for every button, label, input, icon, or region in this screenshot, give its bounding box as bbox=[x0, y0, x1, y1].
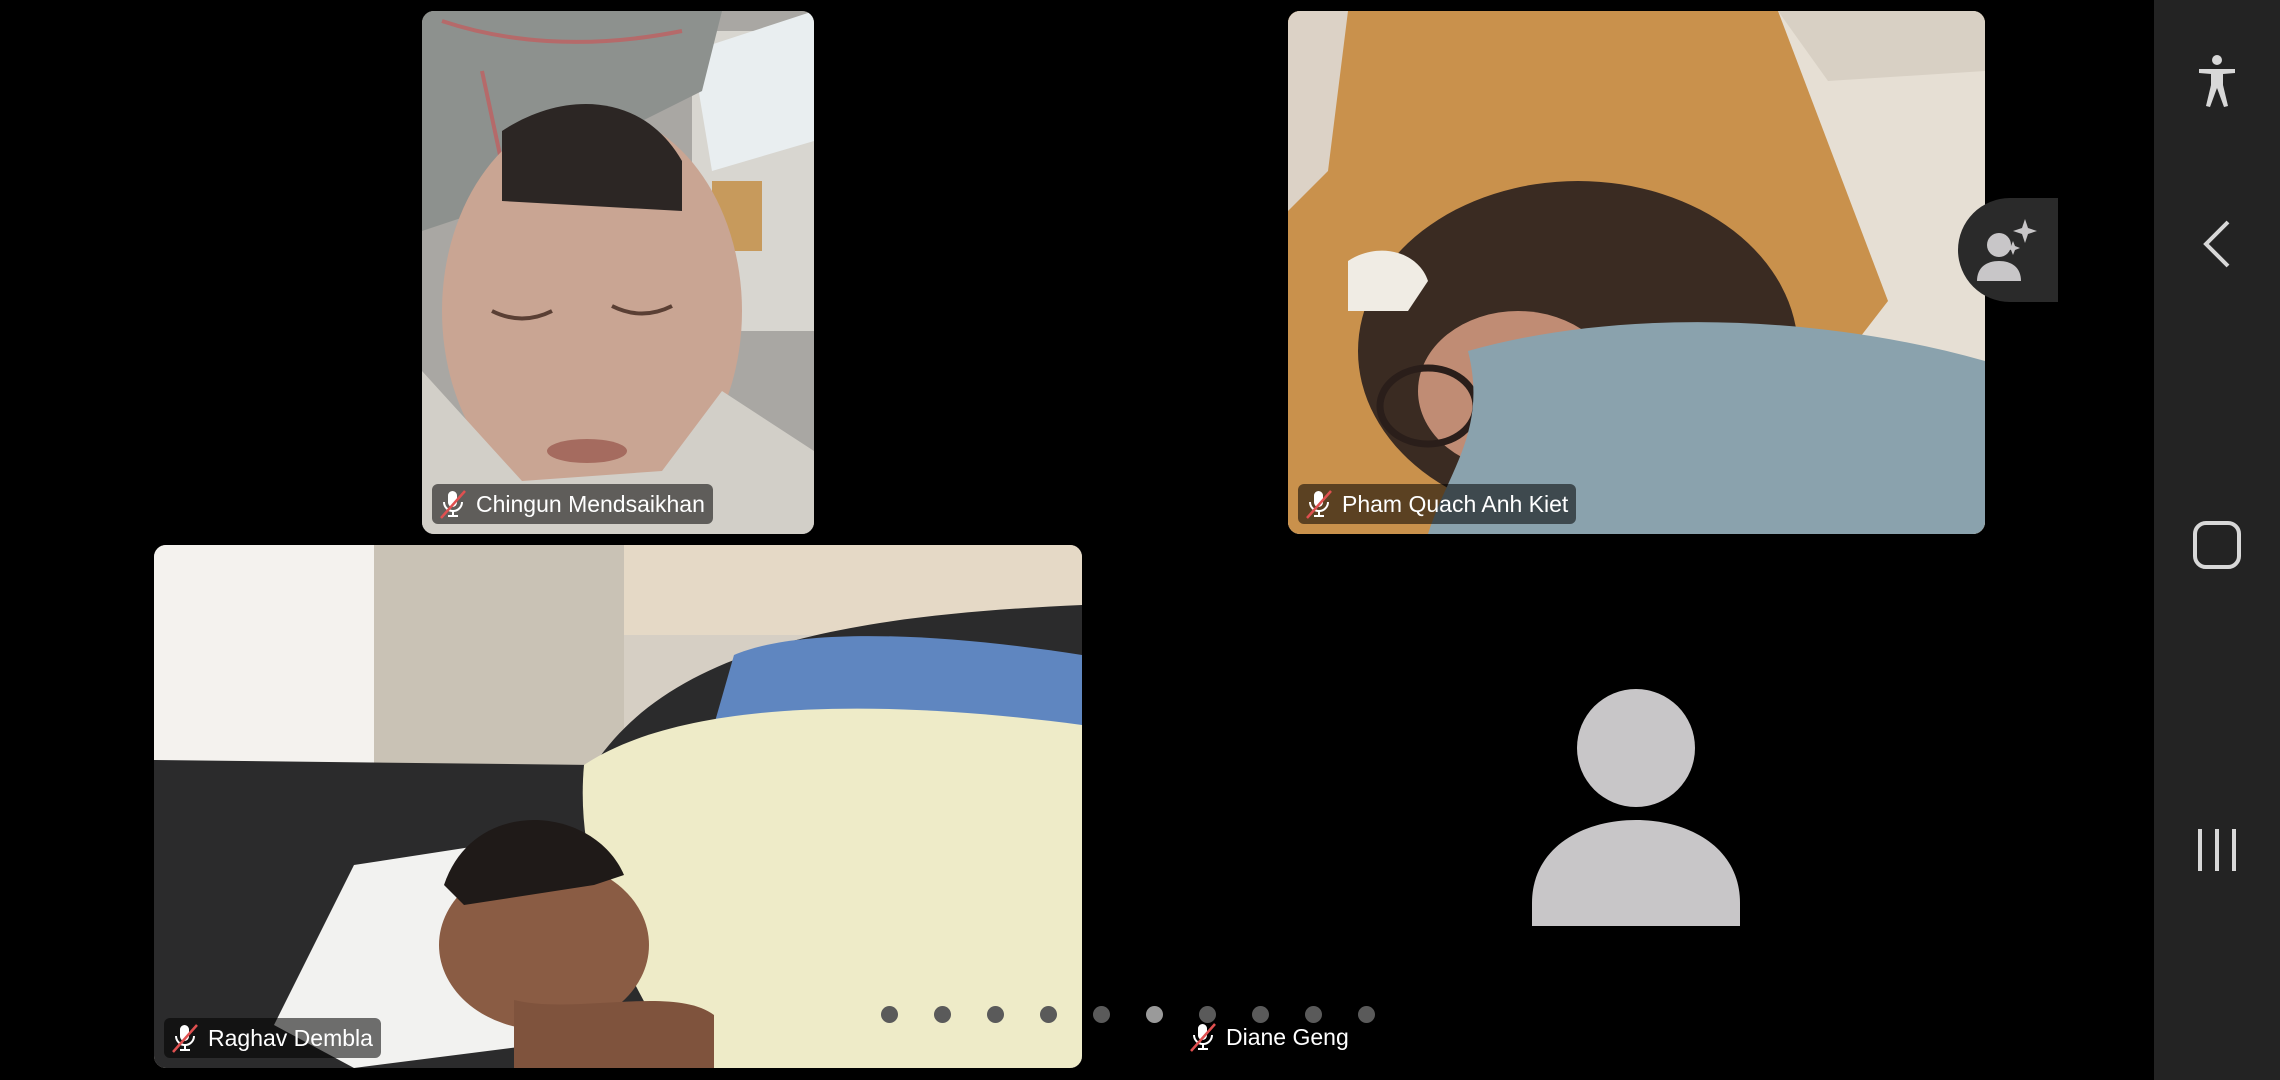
page-dot[interactable] bbox=[934, 1006, 951, 1023]
participant-name-tag-diane: Diane Geng bbox=[1182, 1017, 1357, 1057]
video-tile-chingun[interactable]: Chingun Mendsaikhan bbox=[422, 11, 814, 534]
participant-name: Diane Geng bbox=[1226, 1023, 1349, 1050]
video-tile-raghav[interactable]: Raghav Dembla bbox=[154, 545, 1082, 1068]
page-dot-active[interactable] bbox=[1146, 1006, 1163, 1023]
page-dot[interactable] bbox=[1093, 1006, 1110, 1023]
participant-name: Chingun Mendsaikhan bbox=[476, 490, 705, 517]
video-tile-diane[interactable] bbox=[1290, 545, 1985, 1070]
page-indicator bbox=[881, 1006, 1411, 1023]
home-button[interactable] bbox=[2187, 515, 2247, 575]
system-navigation-bar bbox=[2154, 0, 2280, 1080]
mic-off-icon bbox=[1190, 1023, 1216, 1052]
video-feed bbox=[422, 11, 814, 534]
participant-name-tag: Raghav Dembla bbox=[164, 1018, 381, 1058]
accessibility-icon bbox=[2199, 55, 2235, 107]
participant-name: Pham Quach Anh Kiet bbox=[1342, 490, 1569, 517]
page-dot[interactable] bbox=[987, 1006, 1004, 1023]
participant-name-tag: Chingun Mendsaikhan bbox=[432, 484, 713, 524]
mic-off-icon bbox=[1306, 490, 1332, 519]
page-dot[interactable] bbox=[1199, 1006, 1216, 1023]
square-home-icon bbox=[2193, 521, 2241, 569]
page-dot[interactable] bbox=[1040, 1006, 1057, 1023]
video-feed bbox=[1288, 11, 1985, 534]
page-dot[interactable] bbox=[1358, 1006, 1375, 1023]
add-people-sparkle-icon bbox=[1977, 219, 2037, 281]
mic-off-icon bbox=[172, 1024, 198, 1053]
video-feed bbox=[154, 545, 1082, 1068]
meeting-stage: Chingun Mendsaikhan Pham Quach Anh Kiet … bbox=[0, 0, 2154, 1080]
recents-icon bbox=[2198, 829, 2236, 871]
recents-button[interactable] bbox=[2187, 820, 2247, 880]
accessibility-button[interactable] bbox=[2187, 51, 2247, 111]
page-dot[interactable] bbox=[881, 1006, 898, 1023]
page-dot[interactable] bbox=[1305, 1006, 1322, 1023]
add-people-button[interactable] bbox=[1958, 198, 2058, 302]
video-tile-pham[interactable]: Pham Quach Anh Kiet bbox=[1288, 11, 1985, 534]
chevron-left-icon bbox=[2203, 220, 2230, 268]
page-dot[interactable] bbox=[1252, 1006, 1269, 1023]
participant-name-tag: Pham Quach Anh Kiet bbox=[1298, 484, 1577, 524]
person-icon bbox=[1532, 689, 1740, 926]
back-button[interactable] bbox=[2187, 214, 2247, 274]
participant-name: Raghav Dembla bbox=[208, 1024, 373, 1051]
mic-off-icon bbox=[440, 490, 466, 519]
